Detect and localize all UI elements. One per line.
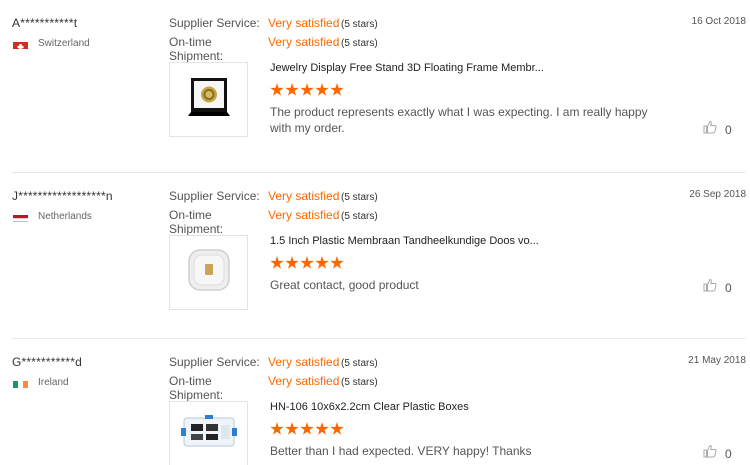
ontime-shipment-stars: (5 stars) <box>341 211 378 222</box>
supplier-service-stars: (5 stars) <box>341 192 378 203</box>
review-date: 26 Sep 2018 <box>689 189 746 200</box>
thumbs-up-icon <box>703 444 717 463</box>
star-icon <box>285 256 299 269</box>
supplier-service-label: Supplier Service: <box>169 355 260 369</box>
review-divider <box>12 338 746 339</box>
like-button[interactable]: 0 <box>703 444 732 463</box>
ontime-shipment-value: Very satisfied <box>268 374 340 388</box>
switzerland-flag-icon <box>13 39 28 49</box>
supplier-service-value: Very satisfied <box>268 189 340 203</box>
supplier-service-rating: Supplier Service: Very satisfied (5 star… <box>169 16 378 30</box>
star-icon <box>270 83 284 96</box>
thumbs-up-icon <box>703 278 717 297</box>
clear-plastic-box-image <box>179 406 239 461</box>
product-title-link[interactable]: HN-106 10x6x2.2cm Clear Plastic Boxes <box>270 401 469 413</box>
supplier-service-label: Supplier Service: <box>169 189 260 203</box>
review-star-rating <box>270 83 344 97</box>
buyer-name: G***********d <box>12 355 82 369</box>
star-icon <box>315 256 329 269</box>
ontime-shipment-rating: On-time Shipment: Very satisfied (5 star… <box>169 208 378 236</box>
ontime-shipment-rating: On-time Shipment: Very satisfied (5 star… <box>169 35 378 63</box>
star-icon <box>285 422 299 435</box>
product-thumbnail[interactable] <box>169 62 248 137</box>
review-star-rating <box>270 256 344 270</box>
product-thumbnail[interactable] <box>169 401 248 465</box>
star-icon <box>300 256 314 269</box>
like-button[interactable]: 0 <box>703 278 732 297</box>
ontime-shipment-stars: (5 stars) <box>341 38 378 49</box>
country-name: Netherlands <box>38 211 92 222</box>
ontime-shipment-value: Very satisfied <box>268 208 340 222</box>
like-count: 0 <box>725 446 732 461</box>
like-count: 0 <box>725 122 732 137</box>
ontime-shipment-value: Very satisfied <box>268 35 340 49</box>
country-name: Ireland <box>38 377 69 388</box>
supplier-service-label: Supplier Service: <box>169 16 260 30</box>
buyer-name: A***********t <box>12 16 78 30</box>
supplier-service-value: Very satisfied <box>268 16 340 30</box>
star-icon <box>330 422 344 435</box>
review-date: 21 May 2018 <box>688 355 746 366</box>
ontime-shipment-stars: (5 stars) <box>341 377 378 388</box>
ontime-shipment-label: On-time Shipment: <box>169 35 224 63</box>
country-name: Switzerland <box>38 38 90 49</box>
review-text: Great contact, good product <box>270 278 419 292</box>
star-icon <box>270 422 284 435</box>
star-icon <box>285 83 299 96</box>
review-text: The product represents exactly what I wa… <box>270 105 648 135</box>
star-icon <box>300 83 314 96</box>
ireland-flag-icon <box>13 378 28 388</box>
supplier-service-stars: (5 stars) <box>341 19 378 30</box>
star-icon <box>330 83 344 96</box>
product-thumbnail[interactable] <box>169 235 248 310</box>
ontime-shipment-label: On-time Shipment: <box>169 208 224 236</box>
buyer-country: Switzerland <box>13 38 90 49</box>
star-icon <box>330 256 344 269</box>
review-text: Better than I had expected. VERY happy! … <box>270 444 532 458</box>
ontime-shipment-label: On-time Shipment: <box>169 374 224 402</box>
buyer-name: J******************n <box>12 189 113 203</box>
product-title-link[interactable]: 1.5 Inch Plastic Membraan Tandheelkundig… <box>270 235 539 247</box>
review-date: 16 Oct 2018 <box>691 16 746 27</box>
floating-frame-display-image <box>185 75 233 124</box>
buyer-country: Netherlands <box>13 211 92 222</box>
review-divider <box>12 172 746 173</box>
review-star-rating <box>270 422 344 436</box>
netherlands-flag-icon <box>13 212 28 222</box>
supplier-service-stars: (5 stars) <box>341 358 378 369</box>
star-icon <box>300 422 314 435</box>
star-icon <box>270 256 284 269</box>
membrane-box-image <box>181 242 237 303</box>
ontime-shipment-rating: On-time Shipment: Very satisfied (5 star… <box>169 374 378 402</box>
supplier-service-rating: Supplier Service: Very satisfied (5 star… <box>169 355 378 369</box>
like-button[interactable]: 0 <box>703 120 732 139</box>
like-count: 0 <box>725 280 732 295</box>
thumbs-up-icon <box>703 120 717 139</box>
supplier-service-rating: Supplier Service: Very satisfied (5 star… <box>169 189 378 203</box>
star-icon <box>315 422 329 435</box>
supplier-service-value: Very satisfied <box>268 355 340 369</box>
star-icon <box>315 83 329 96</box>
product-title-link[interactable]: Jewelry Display Free Stand 3D Floating F… <box>270 62 544 74</box>
buyer-country: Ireland <box>13 377 69 388</box>
